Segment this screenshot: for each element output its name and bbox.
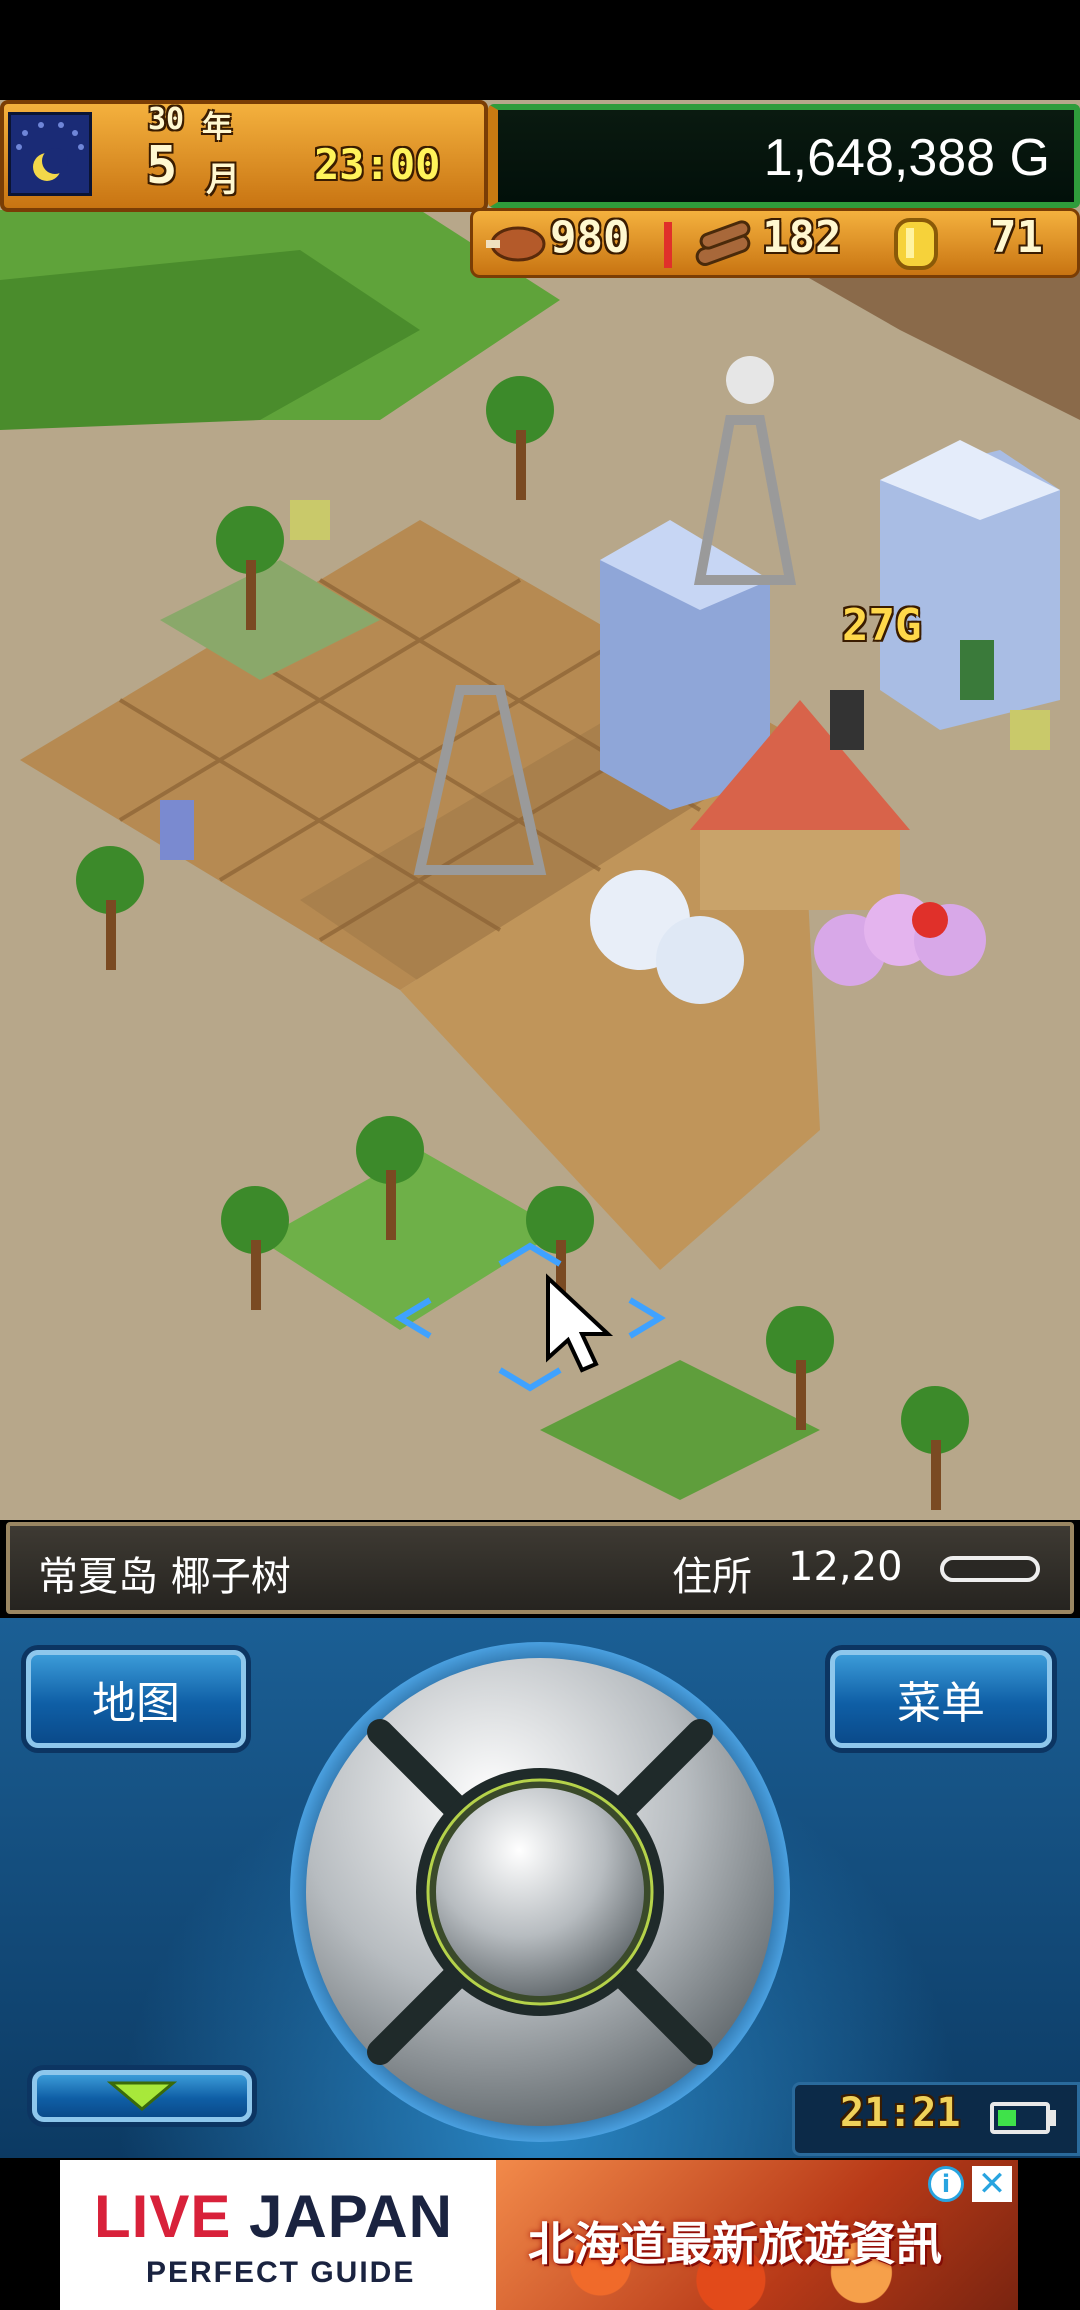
ad-close-icon[interactable]: ✕ <box>972 2166 1012 2202</box>
game-time: 23:00 <box>314 140 441 189</box>
real-clock: 21:21 <box>840 2090 961 2136</box>
battery-level <box>998 2110 1016 2126</box>
medal-icon <box>890 216 942 272</box>
wood-icon <box>690 218 756 268</box>
money-amount: 1,648,388 G <box>763 129 1050 187</box>
dpad[interactable] <box>288 1640 792 2144</box>
food-icon <box>484 220 550 266</box>
month-unit: 月 <box>206 160 240 200</box>
food-count: 980 <box>550 212 630 263</box>
night-moon-icon <box>8 112 92 196</box>
year-value: 30 <box>148 102 185 137</box>
collapse-button[interactable] <box>32 2070 252 2122</box>
month-value: 5 <box>146 136 178 196</box>
triangle-down-icon <box>107 2081 177 2111</box>
ad-headline[interactable]: 北海道最新旅遊資訊 <box>528 2208 942 2274</box>
ad-brand-logo[interactable]: LIVE JAPAN <box>94 2182 453 2251</box>
map-button[interactable]: 地图 <box>26 1650 246 1748</box>
ad-tagline: PERFECT GUIDE <box>146 2256 416 2289</box>
status-bar-blank <box>0 0 1080 100</box>
wood-count: 182 <box>762 212 842 263</box>
ad-brand-japan: JAPAN <box>231 2183 453 2250</box>
year-unit: 年 <box>202 110 232 145</box>
game-world-map[interactable]: 27G <box>0 100 1080 1520</box>
ad-brand-live: LIVE <box>94 2183 232 2250</box>
red-divider <box>664 222 672 268</box>
tile-name: 常夏岛 椰子树 <box>38 1554 291 1600</box>
ad-info-icon[interactable]: i <box>928 2166 964 2202</box>
battery-tip <box>1050 2110 1056 2126</box>
info-gauge <box>940 1556 1040 1582</box>
address-value: 12,20 <box>788 1544 903 1590</box>
menu-button[interactable]: 菜单 <box>830 1650 1052 1748</box>
floating-income-label: 27G <box>842 600 922 651</box>
address-label: 住所 <box>672 1554 752 1600</box>
medal-count: 71 <box>990 212 1043 263</box>
